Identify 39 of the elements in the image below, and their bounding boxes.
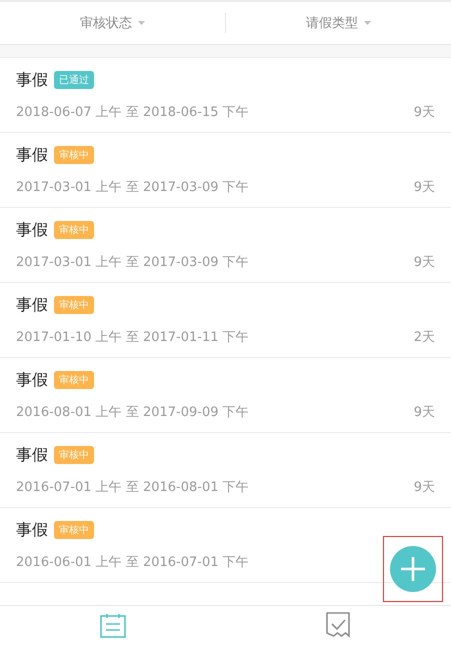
- status-badge: 审核中: [54, 446, 94, 464]
- status-badge: 审核中: [54, 521, 94, 539]
- leave-period: 2017-03-01 上午 至 2017-03-09 下午: [16, 178, 249, 196]
- status-badge: 审核中: [54, 221, 94, 239]
- leave-type: 事假: [16, 144, 48, 166]
- leave-days: 9天: [414, 252, 435, 270]
- leave-type: 事假: [16, 444, 48, 466]
- status-badge: 审核中: [54, 371, 94, 389]
- leave-period: 2016-07-01 上午 至 2016-08-01 下午: [16, 478, 249, 496]
- leave-type: 事假: [16, 294, 48, 316]
- leave-type: 事假: [16, 370, 48, 390]
- leave-type: 事假: [16, 70, 48, 90]
- status-badge: 审核中: [54, 146, 94, 164]
- leave-days: 9天: [414, 102, 435, 120]
- leave-period: 2017-03-01 上午 至 2017-03-09 下午: [16, 254, 249, 270]
- leave-request-row[interactable]: 事假 审核中 2017-03-01 上午 至 2017-03-09 下午 9天: [0, 133, 451, 208]
- leave-request-row[interactable]: 事假 审核中 2016-07-01 上午 至 2016-08-01 下午 9天: [0, 433, 451, 508]
- plus-icon: [401, 557, 425, 581]
- leave-request-row[interactable]: 事假 审核中 2017-01-10 上午 至 2017-01-11 下午 2天: [0, 283, 451, 358]
- add-button[interactable]: [390, 546, 436, 592]
- leave-request-row[interactable]: 事假 审核中 2017-03-01 上午 至 2017-03-09 下午 9天: [0, 208, 451, 283]
- leave-period: 2017-01-10 上午 至 2017-01-11 下午: [16, 328, 249, 346]
- leave-type: 事假: [16, 520, 48, 540]
- caret-icon: [138, 21, 145, 25]
- leave-request-row[interactable]: 事假 审核中 2016-08-01 上午 至 2017-09-09 下午 9天: [0, 358, 451, 433]
- leave-period: 2018-06-07 上午 至 2018-06-15 下午: [16, 104, 249, 120]
- leave-days: 9天: [414, 478, 435, 496]
- approval-icon: [326, 612, 350, 640]
- leave-period: 2016-08-01 上午 至 2017-09-09 下午: [16, 404, 249, 420]
- leave-period: 2016-06-01 上午 至 2016-07-01 下午: [16, 554, 249, 570]
- leave-days: 9天: [414, 178, 435, 196]
- status-badge: 审核中: [54, 296, 94, 314]
- caret-icon: [364, 21, 371, 25]
- leave-days: 9天: [414, 402, 435, 420]
- leave-type: 事假: [16, 220, 48, 240]
- status-badge: 已通过: [54, 71, 94, 89]
- leave-days: 2天: [414, 328, 435, 346]
- leave-request-row[interactable]: 事假 已通过 2018-06-07 上午 至 2018-06-15 下午 9天: [0, 58, 451, 133]
- calendar-icon: [100, 613, 126, 639]
